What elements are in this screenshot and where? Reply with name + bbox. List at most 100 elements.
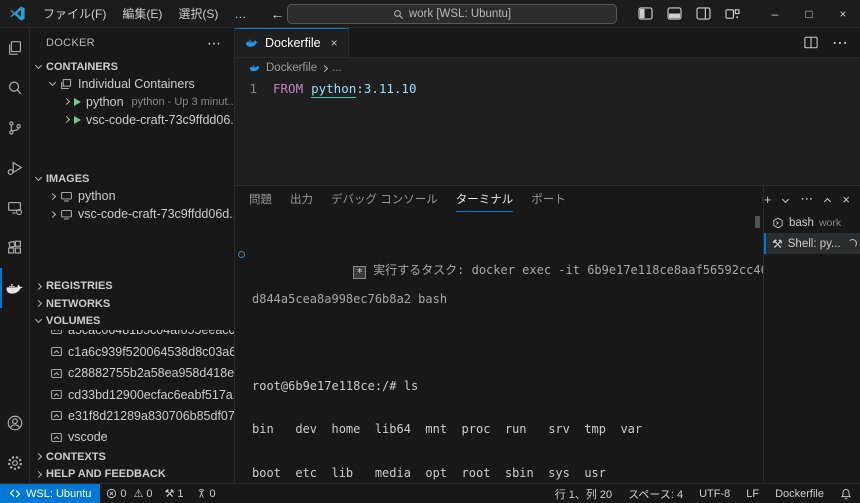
source-control-icon[interactable] [0,108,29,148]
volume-icon [50,409,63,422]
terminal-scrollbar[interactable] [755,216,760,228]
tree-item-volume[interactable]: c28882755b2a58ea958d418ed9... [30,363,234,384]
menu-more[interactable]: … [226,0,254,27]
close-window-button[interactable]: × [826,0,860,28]
menu-selection[interactable]: 選択(S) [170,0,226,27]
section-volumes[interactable]: VOLUMES [30,313,234,331]
menu-edit[interactable]: 編集(E) [114,0,170,27]
eol-sequence[interactable]: LF [738,484,767,503]
image-icon [60,208,73,221]
tree-item-volume[interactable]: cd33bd12900ecfac6eabf517a10... [30,384,234,405]
close-tab-icon[interactable]: × [331,36,338,50]
tab-dockerfile[interactable]: Dockerfile × [235,28,349,57]
cursor-position[interactable]: 行 1、列 20 [547,484,620,503]
terminal-list: bash work ⚒ Shell: py... [763,186,860,483]
minimize-button[interactable]: – [758,0,792,28]
account-icon[interactable] [0,403,29,443]
back-icon[interactable]: ← [270,6,284,22]
docker-view-icon[interactable] [0,268,29,308]
bottom-panel: 問題 出力 デバッグ コンソール ターミナル ポート *実行するタスク: doc… [235,185,860,483]
problems-status[interactable]: 0 ⚠ 0 [100,484,158,503]
close-panel-icon[interactable]: × [842,192,850,207]
chevron-right-icon [49,193,56,200]
remote-explorer-icon[interactable] [0,188,29,228]
line-number: 1 [235,80,273,98]
tab-output[interactable]: 出力 [290,186,313,212]
code-tag: :3.11.10 [356,80,416,98]
split-editor-icon[interactable] [804,36,818,49]
tree-item-image-vsc[interactable]: vsc-code-craft-73c9ffdd06d... [30,205,234,223]
section-help-feedback[interactable]: HELP AND FEEDBACK [30,465,234,483]
remote-indicator[interactable]: WSL: Ubuntu [0,484,100,503]
volume-icon [50,388,63,401]
tab-ports[interactable]: ポート [531,186,566,212]
tree-item-individual-containers[interactable]: Individual Containers [30,76,234,94]
section-networks[interactable]: NETWORKS [30,295,234,313]
toggle-sidebar-icon[interactable] [638,7,653,20]
chevron-right-icon [35,453,42,460]
breadcrumb-file[interactable]: Dockerfile [266,62,317,74]
vscode-logo-icon [9,5,26,22]
running-container-icon [74,116,81,124]
toggle-panel-icon[interactable] [667,7,682,20]
code-keyword: FROM [273,80,303,98]
editor-more-actions-icon[interactable]: ⋯ [832,33,848,53]
vscode-window: ファイル(F) 編集(E) 選択(S) … ← → work [WSL: Ubu… [0,0,860,503]
notifications-bell-icon[interactable] [832,484,860,503]
sidebar-more-actions-icon[interactable]: ⋯ [207,35,222,52]
settings-gear-icon[interactable] [0,443,29,483]
tree-item-container-vsc[interactable]: vsc-code-craft-73c9ffdd06... [30,111,234,129]
tab-problems[interactable]: 問題 [249,186,272,212]
run-debug-icon[interactable] [0,148,29,188]
image-icon [60,190,73,203]
maximize-panel-icon[interactable] [824,197,831,204]
editor-content[interactable]: 1 FROM python :3.11.10 [235,78,860,185]
forwarded-ports-status[interactable]: 0 [190,484,222,503]
tab-terminal[interactable]: ターミナル [456,186,514,212]
volume-icon [50,330,63,336]
tree-item-volume-vscode[interactable]: vscode [30,427,234,448]
command-decoration-icon[interactable] [238,251,245,258]
tools-icon: ⚒ [165,487,175,500]
toggle-secondary-sidebar-icon[interactable] [696,7,711,20]
section-registries[interactable]: REGISTRIES [30,277,234,295]
breadcrumb-symbol[interactable]: ... [332,62,342,74]
chevron-down-icon [35,62,42,69]
tree-item-volume[interactable]: c1a6c939f520064538d8c03a67... [30,341,234,362]
tree-item-image-python[interactable]: python [30,188,234,206]
extensions-icon[interactable] [0,228,29,268]
terminal-list-item-bash[interactable]: bash work [764,212,860,233]
customize-layout-icon[interactable] [725,7,740,20]
indentation[interactable]: スペース: 4 [620,484,691,503]
section-containers[interactable]: CONTAINERS [30,58,234,76]
breadcrumb[interactable]: Dockerfile ... [235,58,860,78]
terminal-list-item-shell-task[interactable]: ⚒ Shell: py... [764,233,860,254]
search-view-icon[interactable] [0,68,29,108]
tools-icon: ⚒ [772,237,783,251]
volume-icon [50,367,63,380]
tree-item-container-python[interactable]: python python - Up 3 minut... [30,93,234,111]
menu-file[interactable]: ファイル(F) [35,0,114,27]
running-tasks-status[interactable]: ⚒ 1 [159,484,190,503]
terminal-task-line: *実行するタスク: docker exec -it 6b9e17e118ce8a… [252,248,759,263]
terminal-line: root@6b9e17e118ce:/# ls [252,379,759,394]
encoding[interactable]: UTF-8 [691,484,738,503]
language-mode[interactable]: Dockerfile [767,484,832,503]
code-image-link[interactable]: python [311,80,356,98]
command-center-search[interactable]: work [WSL: Ubuntu] [287,4,617,24]
warning-icon: ⚠ [134,487,144,500]
section-images[interactable]: IMAGES [30,170,234,188]
panel-more-actions-icon[interactable]: ⋯ [800,191,813,207]
terminal-output[interactable]: *実行するタスク: docker exec -it 6b9e17e118ce8a… [235,212,763,483]
explorer-icon[interactable] [0,28,29,68]
new-terminal-icon[interactable]: + [764,192,772,207]
docker-sidebar: DOCKER ⋯ CONTAINERS Individual Container… [30,28,235,483]
tree-item-volume[interactable]: a5cac06481b5c04af055eeacc0e... [30,330,234,341]
tree-item-volume[interactable]: e31f8d21289a830706b85df07c... [30,405,234,426]
section-contexts[interactable]: CONTEXTS [30,448,234,466]
tab-debug-console[interactable]: デバッグ コンソール [331,186,438,212]
terminal-dropdown-icon[interactable] [782,195,789,202]
maximize-button[interactable]: □ [792,0,826,28]
remote-icon [9,488,21,499]
chevron-down-icon [49,79,56,86]
